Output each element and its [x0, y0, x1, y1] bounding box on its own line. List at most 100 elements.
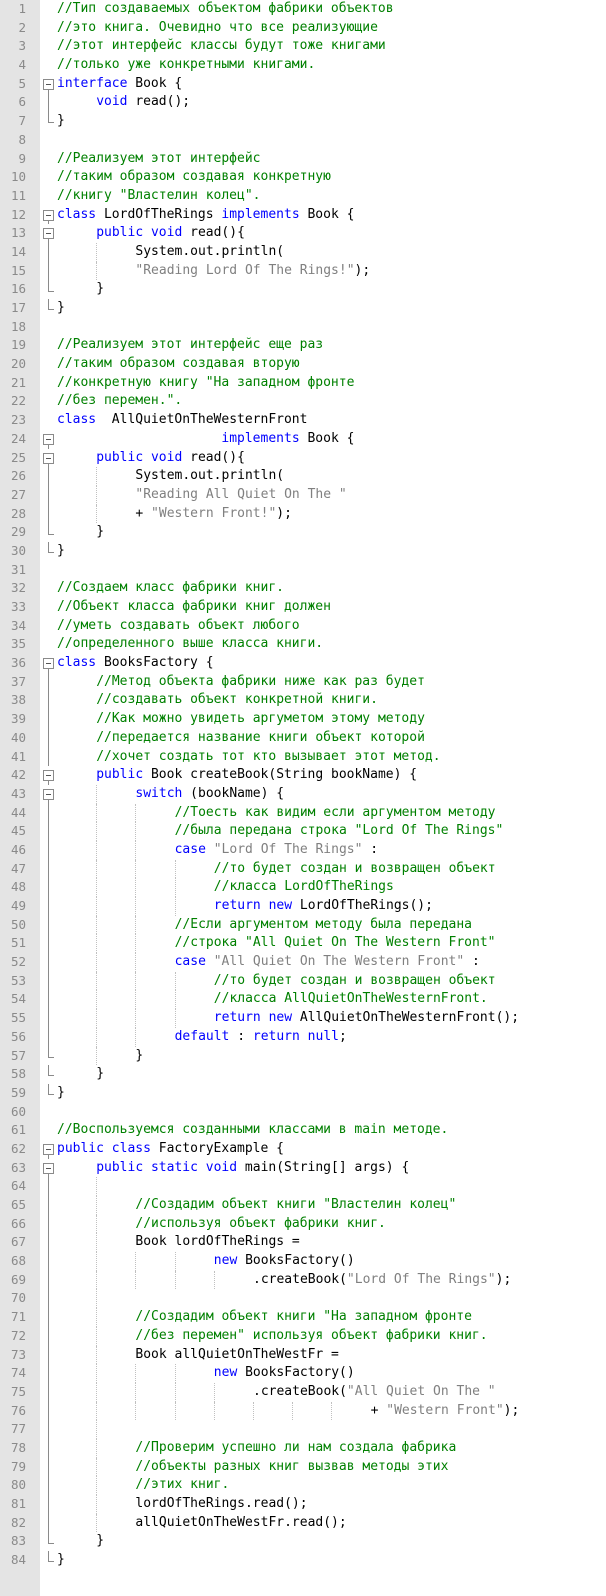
code-line[interactable]: 70: [0, 1289, 606, 1309]
code-line[interactable]: 14 System.out.println(: [0, 242, 606, 262]
code-text[interactable]: }: [96, 1532, 104, 1551]
fold-collapse-icon[interactable]: [43, 1140, 54, 1159]
code-line[interactable]: 47 //то будет создан и возвращен объект: [0, 859, 606, 879]
code-line[interactable]: 56 default : return null;: [0, 1027, 606, 1047]
code-lines[interactable]: 1 //Тип создаваемых объектом фабрики объе…: [0, 0, 606, 1570]
code-text[interactable]: //то будет создан и возвращен объект: [214, 972, 496, 991]
code-line[interactable]: 79 //объекты разных книг вызвав методы эт…: [0, 1457, 606, 1477]
code-line[interactable]: 19 //Реализуем этот интерфейс еще раз: [0, 336, 606, 355]
code-line[interactable]: 40 //передается название книги объект кот…: [0, 728, 606, 748]
code-line[interactable]: 32 //Создаем класс фабрики книг.: [0, 579, 606, 598]
code-line[interactable]: 59}: [0, 1083, 606, 1103]
code-text[interactable]: }: [96, 523, 104, 542]
code-line[interactable]: 50 //Если аргументом методу была передана: [0, 915, 606, 935]
fold-collapse-icon[interactable]: [43, 654, 54, 673]
code-text[interactable]: return new LordOfTheRings();: [214, 897, 433, 916]
code-line[interactable]: 23 class AllQuietOnTheWesternFront: [0, 411, 606, 430]
code-text[interactable]: //Воспользуемся созданными классами в ma…: [57, 1121, 448, 1140]
code-text[interactable]: public void read(){: [96, 224, 245, 243]
code-text[interactable]: public Book createBook(String bookName) …: [96, 766, 417, 785]
fold-collapse-icon[interactable]: [43, 449, 54, 468]
code-text[interactable]: + "Western Front");: [371, 1402, 520, 1421]
code-text[interactable]: //класса AllQuietOnTheWesternFront.: [214, 990, 488, 1009]
fold-collapse-icon[interactable]: [43, 224, 54, 243]
code-line[interactable]: 20 //таким образом создавая вторую: [0, 355, 606, 374]
code-line[interactable]: 71 //Создадим объект книги "На западном ф…: [0, 1308, 606, 1327]
code-text[interactable]: //это книга. Очевидно что все реализующи…: [57, 19, 378, 38]
code-text[interactable]: //уметь создавать объект любого: [57, 617, 300, 636]
code-line[interactable]: 54 //класса AllQuietOnTheWesternFront.: [0, 990, 606, 1010]
code-text[interactable]: Book allQuietOnTheWestFr =: [135, 1346, 339, 1365]
code-line[interactable]: 53 //то будет создан и возвращен объект: [0, 971, 606, 991]
code-line[interactable]: 74 new BooksFactory(): [0, 1364, 606, 1383]
code-text[interactable]: //таким образом создавая конкретную: [57, 168, 331, 187]
code-text[interactable]: class LordOfTheRings implements Book {: [57, 206, 354, 225]
code-line[interactable]: 2 //это книга. Очевидно что все реализующ…: [0, 19, 606, 38]
code-line[interactable]: 72 //без перемен" используя объект фабрик…: [0, 1326, 606, 1346]
code-line[interactable]: 49 return new LordOfTheRings();: [0, 897, 606, 916]
code-text[interactable]: //Проверим успешно ли нам создала фабрик…: [135, 1439, 456, 1458]
code-line[interactable]: 38 //создавать объект конкретной книги.: [0, 691, 606, 711]
code-line[interactable]: 29}: [0, 523, 606, 542]
code-text[interactable]: //Создаем класс фабрики книг.: [57, 579, 284, 598]
code-text[interactable]: //Объект класса фабрики книг должен: [57, 598, 331, 617]
code-line[interactable]: 1 //Тип создаваемых объектом фабрики объе…: [0, 0, 606, 19]
code-text[interactable]: }: [96, 1065, 104, 1084]
code-line[interactable]: 26 System.out.println(: [0, 467, 606, 486]
code-line[interactable]: 76 + "Western Front");: [0, 1401, 606, 1421]
code-text[interactable]: //без перемен" используя объект фабрики …: [135, 1327, 487, 1346]
code-line[interactable]: 31: [0, 561, 606, 580]
code-text[interactable]: }: [57, 542, 65, 561]
code-text[interactable]: Book lordOfTheRings =: [135, 1233, 299, 1252]
code-line[interactable]: 48 //класса LordOfTheRings: [0, 878, 606, 897]
code-editor[interactable]: 1 //Тип создаваемых объектом фабрики объе…: [0, 0, 606, 1596]
code-line[interactable]: 9 //Реализуем этот интерфейс: [0, 150, 606, 169]
code-text[interactable]: //Реализуем этот интерфейс еще раз: [57, 336, 323, 355]
code-line[interactable]: 37 //Метод объекта фабрики ниже как раз б…: [0, 672, 606, 692]
code-text[interactable]: }: [135, 1047, 143, 1066]
code-line[interactable]: 11 //книгу "Властелин колец".: [0, 187, 606, 206]
code-text[interactable]: switch (bookName) {: [135, 785, 284, 804]
code-text[interactable]: return new AllQuietOnTheWesternFront();: [214, 1009, 519, 1028]
code-line[interactable]: 44 //Тоесть как видим если аргументом мет…: [0, 803, 606, 823]
code-line[interactable]: 18: [0, 318, 606, 337]
code-line[interactable]: 12 class LordOfTheRings implements Book {: [0, 206, 606, 225]
code-line[interactable]: 64: [0, 1177, 606, 1196]
fold-collapse-icon[interactable]: [43, 75, 54, 94]
code-line[interactable]: 45 //была передана строка "Lord Of The Ri…: [0, 822, 606, 841]
code-text[interactable]: //только уже конкретными книгами.: [57, 56, 315, 75]
code-text[interactable]: //класса LordOfTheRings: [214, 878, 394, 897]
code-text[interactable]: //таким образом создавая вторую: [57, 355, 300, 374]
code-line[interactable]: 41 //хочет создать тот кто вызывает этот …: [0, 747, 606, 767]
code-text[interactable]: }: [57, 1084, 65, 1103]
code-line[interactable]: 61 //Воспользуемся созданными классами в …: [0, 1121, 606, 1140]
code-line[interactable]: 28 + "Western Front!");: [0, 504, 606, 524]
code-text[interactable]: //Если аргументом методу была передана: [175, 916, 472, 935]
code-text[interactable]: //без перемен.".: [57, 392, 182, 411]
code-text[interactable]: //используя объект фабрики книг.: [135, 1215, 385, 1234]
code-line[interactable]: 80 //этих книг.: [0, 1476, 606, 1495]
code-text[interactable]: //книгу "Властелин колец".: [57, 187, 261, 206]
code-text[interactable]: //Тип создаваемых объектом фабрики объек…: [57, 0, 394, 19]
code-text[interactable]: //строка "All Quiet On The Western Front…: [175, 934, 496, 953]
code-line[interactable]: 52 case "All Quiet On The Western Front" …: [0, 953, 606, 972]
code-text[interactable]: //была передана строка "Lord Of The Ring…: [175, 822, 504, 841]
code-text[interactable]: }: [96, 280, 104, 299]
code-line[interactable]: 42 public Book createBook(String bookName…: [0, 766, 606, 785]
code-text[interactable]: new BooksFactory(): [214, 1364, 355, 1383]
code-line[interactable]: 58}: [0, 1065, 606, 1084]
code-line[interactable]: 46 case "Lord Of The Rings" :: [0, 840, 606, 860]
code-text[interactable]: new BooksFactory(): [214, 1252, 355, 1271]
code-text[interactable]: public class FactoryExample {: [57, 1140, 284, 1159]
code-line[interactable]: 35 //определенного выше класса книги.: [0, 635, 606, 654]
code-text[interactable]: default : return null;: [175, 1028, 347, 1047]
code-text[interactable]: class AllQuietOnTheWesternFront: [57, 411, 307, 430]
fold-collapse-icon[interactable]: [43, 206, 54, 225]
code-line[interactable]: 13 public void read(){: [0, 224, 606, 243]
code-line[interactable]: 55 return new AllQuietOnTheWesternFront()…: [0, 1009, 606, 1028]
code-line[interactable]: 43 switch (bookName) {: [0, 784, 606, 804]
code-text[interactable]: .createBook("All Quiet On The ": [253, 1383, 496, 1402]
code-line[interactable]: 3 //этот интерфейс классы будут тоже книг…: [0, 37, 606, 56]
code-text[interactable]: + "Western Front!");: [135, 505, 292, 524]
fold-collapse-icon[interactable]: [43, 766, 54, 785]
